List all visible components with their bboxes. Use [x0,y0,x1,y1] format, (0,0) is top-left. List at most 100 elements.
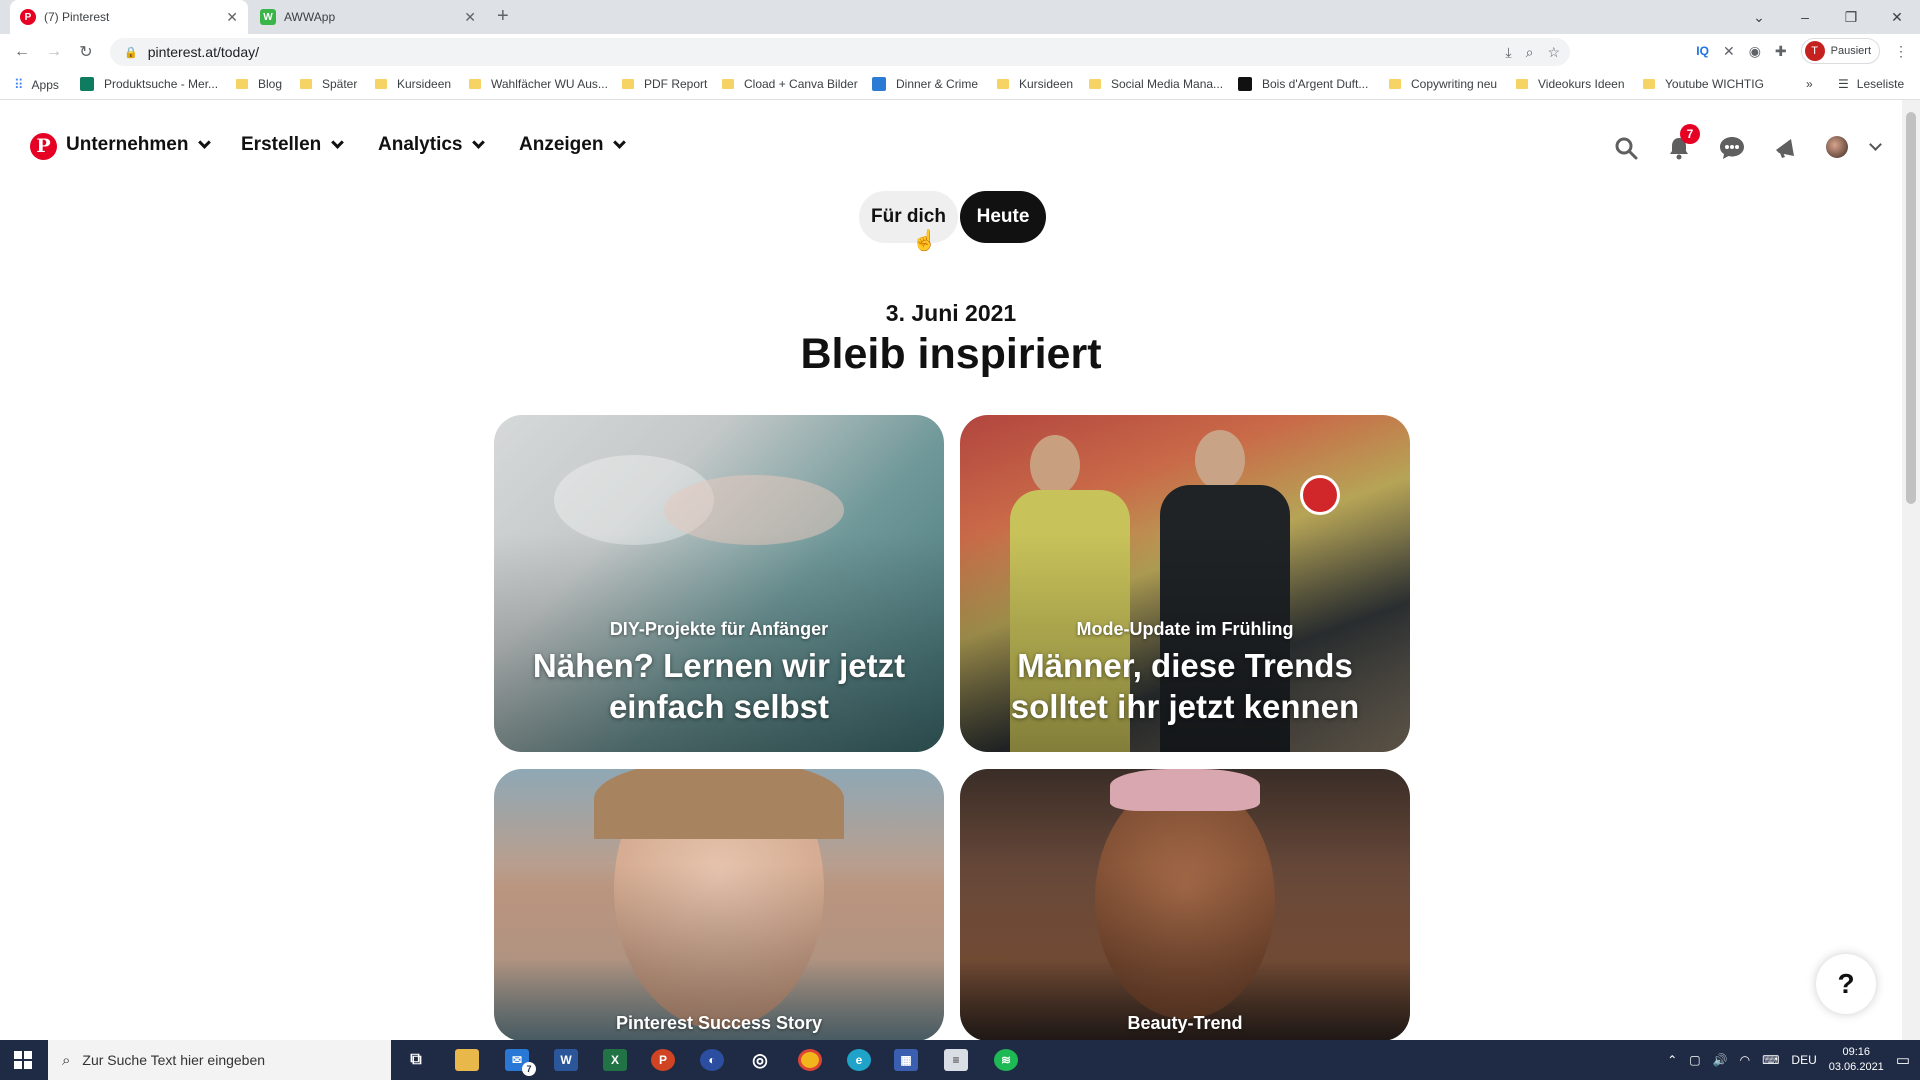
bookmark-label: Kursideen [397,77,452,91]
bookmark-folder[interactable]: Cload + Canva Bilder [722,77,858,91]
new-tab-button[interactable]: + [497,5,509,28]
app-window-icon[interactable]: ▦ [894,1049,918,1071]
bookmarks-bar: ⠿ Apps Produktsuche - Mer... Blog Später … [0,70,1920,100]
close-icon[interactable]: ✕ [464,9,476,26]
obs-icon[interactable]: ◎ [748,1049,772,1071]
back-icon[interactable]: ← [6,43,38,61]
page-scrollbar[interactable] [1902,100,1920,1040]
restore-button[interactable]: ❐ [1828,9,1874,26]
notification-badge: 7 [1680,124,1700,144]
chrome-icon[interactable] [798,1049,822,1071]
minimize-button[interactable]: – [1782,9,1828,25]
reading-list-button[interactable]: ☰ Leseliste [1838,77,1904,91]
keyboard-icon[interactable]: ⌨ [1762,1053,1779,1067]
lock-icon: 🔒 [124,46,138,59]
card-headline: Nähen? Lernen wir jetzt einfach selbst [532,647,906,725]
forward-icon[interactable]: → [38,43,70,61]
file-explorer-icon[interactable] [455,1049,479,1071]
reload-icon[interactable]: ↻ [70,42,102,62]
folder-icon [1516,79,1528,89]
language-indicator[interactable]: DEU [1791,1053,1816,1067]
taskbar-search-input[interactable]: ⌕ Zur Suche Text hier eingeben [48,1040,391,1080]
hand-cursor-icon: ☝ [912,230,937,252]
close-icon[interactable]: ✕ [226,9,238,26]
help-button[interactable]: ? [1816,954,1876,1014]
menu-analytics[interactable]: Analytics [378,134,486,156]
puzzle-extensions-icon[interactable]: ✚ [1775,43,1787,60]
powerpoint-icon[interactable]: P [651,1049,675,1071]
folder-icon [1089,79,1101,89]
bookmark-folder[interactable]: Copywriting neu [1389,77,1497,91]
reading-list-label: Leseliste [1856,77,1905,91]
excel-icon[interactable]: X [603,1049,627,1071]
bookmark-item[interactable]: Dinner & Crime [872,77,978,91]
install-icon[interactable]: ⤓ [1505,44,1511,61]
bookmark-folder[interactable]: Youtube WICHTIG [1643,77,1764,91]
bookmark-folder[interactable]: Blog [236,77,282,91]
app-icon[interactable]: ◐ [700,1049,724,1071]
today-card-beauty[interactable]: Beauty-Trend [960,769,1410,1041]
notepad-icon[interactable]: ≡ [944,1049,968,1071]
bookmark-item[interactable]: Produktsuche - Mer... [80,77,218,91]
bookmark-folder[interactable]: Kursideen [375,77,451,91]
menu-erstellen[interactable]: Erstellen [241,134,345,156]
address-bar[interactable]: 🔒 pinterest.at/today/ ⤓ ⌕ ☆ [110,38,1570,66]
volume-icon[interactable]: 🔊 [1713,1053,1728,1067]
bookmarks-overflow-icon[interactable]: » [1806,77,1813,91]
menu-label: Analytics [378,134,463,155]
tab-fuer-dich[interactable]: Für dich [859,191,958,243]
tab-pinterest[interactable]: P (7) Pinterest ✕ [10,0,248,34]
bookmark-label: Später [322,77,358,91]
folder-icon [375,79,387,89]
search-icon[interactable] [1614,136,1638,160]
word-icon[interactable]: W [554,1049,578,1071]
zoom-icon[interactable]: ⌕ [1526,44,1534,61]
tab-heute[interactable]: Heute [960,191,1046,243]
today-card-sewing[interactable]: DIY-Projekte für Anfänger Nähen? Lernen … [494,415,944,752]
bookmark-folder[interactable]: PDF Report [622,77,707,91]
task-view-icon[interactable]: ⧉ [404,1049,428,1071]
spotify-icon[interactable]: ≋ [994,1049,1018,1071]
windows-start-icon[interactable] [14,1051,32,1069]
card-shade [960,769,1410,1041]
scrollbar-thumb[interactable] [1906,112,1916,504]
today-card-success-story[interactable]: Pinterest Success Story [494,769,944,1041]
bookmark-folder[interactable]: Später [300,77,357,91]
folder-icon [300,79,312,89]
bookmark-label: Dinner & Crime [896,77,979,91]
tray-chevron-up-icon[interactable]: ⌃ [1667,1053,1677,1067]
menu-anzeigen[interactable]: Anzeigen [519,134,627,156]
today-card-fashion[interactable]: Mode-Update im Frühling Männer, diese Tr… [960,415,1410,752]
iq-extension-icon[interactable]: IQ [1696,44,1709,58]
bookmark-folder[interactable]: Videokurs Ideen [1516,77,1625,91]
close-window-button[interactable]: ✕ [1874,9,1920,26]
tab-search-icon[interactable]: ⌄ [1736,9,1782,26]
notification-center-icon[interactable]: ▭ [1896,1051,1910,1069]
bookmark-star-icon[interactable]: ☆ [1547,44,1560,61]
browser-menu-icon[interactable]: ⋮ [1894,43,1908,60]
profile-button[interactable]: T Pausiert [1800,38,1880,64]
tab-title: AWWApp [284,10,336,24]
tray-device-icon[interactable]: ▢ [1689,1053,1700,1067]
bookmark-folder[interactable]: Social Media Mana... [1089,77,1223,91]
avatar[interactable] [1826,136,1848,158]
tab-awwapp[interactable]: W AWWApp ✕ [250,0,486,34]
bookmark-folder[interactable]: Wahlfächer WU Aus... [469,77,608,91]
clock[interactable]: 09:16 03.06.2021 [1829,1045,1884,1075]
pinterest-logo-icon[interactable]: P [30,133,57,160]
chevron-down-icon[interactable] [1869,138,1882,151]
awwapp-favicon-icon: W [260,9,276,25]
menu-unternehmen[interactable]: Unternehmen [66,134,212,156]
bookmark-item[interactable]: Bois d'Argent Duft... [1238,77,1368,91]
adblock-extension-icon[interactable]: ◉ [1749,43,1761,60]
bookmark-folder[interactable]: Kursideen [997,77,1073,91]
messages-icon[interactable] [1719,136,1745,160]
updates-megaphone-icon[interactable] [1773,136,1797,160]
edge-icon[interactable]: e [847,1049,871,1071]
bookmark-apps[interactable]: ⠿ Apps [14,77,59,93]
card-headline: Männer, diese Trends solltet ihr jetzt k… [1010,647,1360,725]
chevron-down-icon [613,135,627,149]
site-favicon-icon [80,77,94,91]
wifi-icon[interactable]: ◠ [1740,1053,1750,1067]
extension-icon[interactable]: ✕ [1723,43,1735,60]
